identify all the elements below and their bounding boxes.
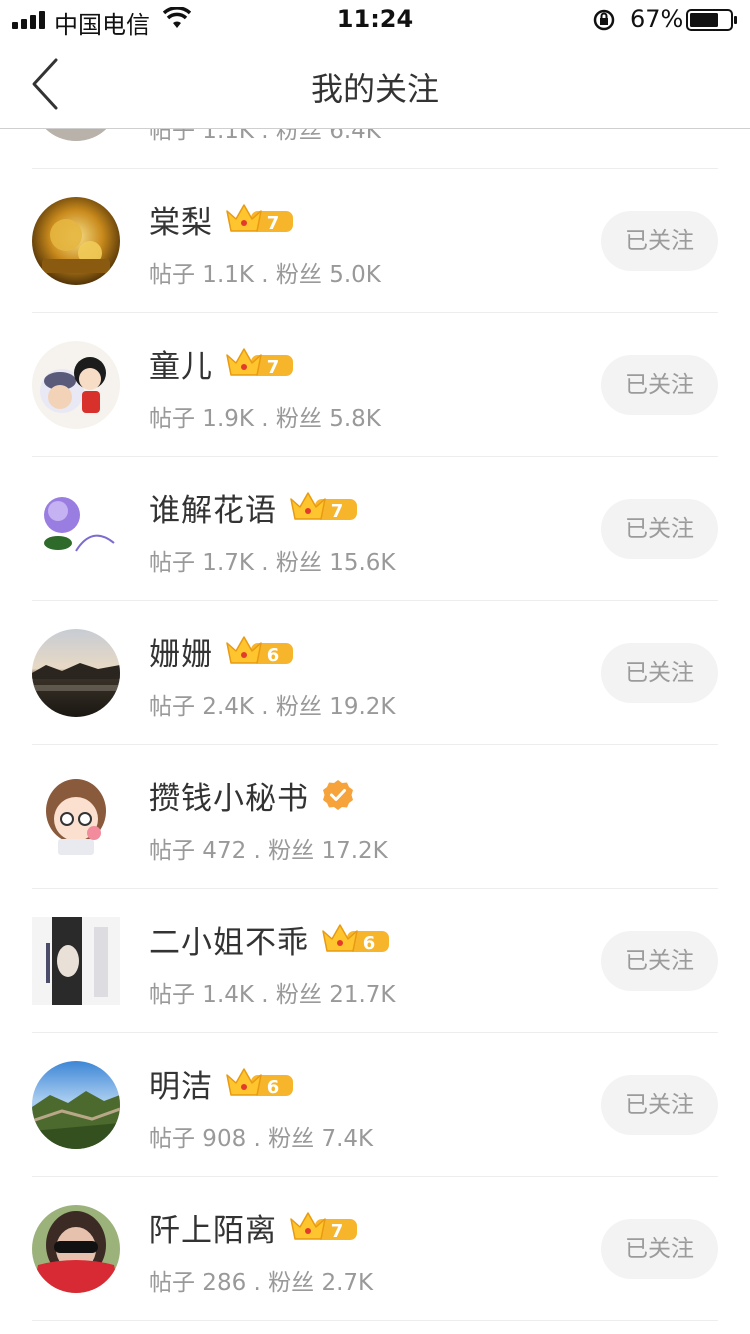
- followed-button[interactable]: 已关注: [601, 1075, 718, 1135]
- user-stats: 帖子 1.4K . 粉丝 21.7K: [149, 982, 396, 1008]
- crown-level-icon: 6: [322, 924, 389, 954]
- avatar[interactable]: [32, 341, 120, 429]
- list-item[interactable]: 二小姐不乖 6 帖子 1.4K . 粉丝 21.7K 已关注: [0, 889, 750, 1033]
- svg-text:7: 7: [331, 1221, 344, 1242]
- followed-button[interactable]: 已关注: [601, 1219, 718, 1279]
- list-item[interactable]: 姗姗 6 帖子 2.4K . 粉丝 19.2K 已关注: [0, 601, 750, 745]
- nav-bar: 我的关注: [0, 40, 750, 129]
- avatar[interactable]: [32, 629, 120, 717]
- followed-button[interactable]: 已关注: [601, 355, 718, 415]
- list-item[interactable]: 帖子 1.1K . 粉丝 6.4K: [0, 129, 750, 169]
- user-stats: 帖子 286 . 粉丝 2.7K: [149, 1270, 374, 1296]
- followed-button[interactable]: 已关注: [601, 643, 718, 703]
- user-stats: 帖子 1.9K . 粉丝 5.8K: [149, 406, 381, 432]
- user-stats: 帖子 472 . 粉丝 17.2K: [149, 838, 388, 864]
- svg-text:7: 7: [331, 501, 344, 522]
- followed-button[interactable]: 已关注: [601, 931, 718, 991]
- list-item[interactable]: 谁解花语 7 帖子 1.7K . 粉丝 15.6K 已关注: [0, 457, 750, 601]
- avatar[interactable]: [32, 485, 120, 573]
- svg-text:6: 6: [267, 1077, 280, 1098]
- user-stats: 帖子 2.4K . 粉丝 19.2K: [149, 694, 396, 720]
- battery-icon: [686, 9, 737, 31]
- verified-badge-icon: [323, 780, 353, 810]
- user-name[interactable]: 二小姐不乖: [149, 917, 309, 962]
- user-name[interactable]: 谁解花语: [149, 485, 277, 530]
- user-name[interactable]: 阡上陌离: [149, 1205, 277, 1250]
- avatar[interactable]: [32, 773, 120, 861]
- svg-text:7: 7: [267, 213, 280, 234]
- user-stats: 帖子 908 . 粉丝 7.4K: [149, 1126, 374, 1152]
- user-name[interactable]: 明洁: [149, 1061, 213, 1106]
- user-stats: 帖子 1.7K . 粉丝 15.6K: [149, 550, 396, 576]
- user-name[interactable]: 攒钱小秘书: [149, 773, 309, 818]
- avatar[interactable]: [32, 1205, 120, 1293]
- list-item[interactable]: 阡上陌离 7 帖子 286 . 粉丝 2.7K 已关注: [0, 1177, 750, 1321]
- page-title: 我的关注: [310, 70, 439, 108]
- user-name[interactable]: 棠梨: [149, 197, 213, 242]
- crown-level-icon: 7: [226, 204, 293, 234]
- svg-text:7: 7: [267, 357, 280, 378]
- list-item[interactable]: 攒钱小秘书 帖子 472 . 粉丝 17.2K: [0, 745, 750, 889]
- svg-text:6: 6: [267, 645, 280, 666]
- crown-level-icon: 6: [226, 1068, 293, 1098]
- battery-percent: 67%: [630, 5, 684, 33]
- user-name[interactable]: 童儿: [149, 341, 213, 386]
- status-bar: 中国电信 11:24 67%: [0, 0, 750, 40]
- rotation-lock-icon: [593, 9, 615, 31]
- list-item[interactable]: 明洁 6 帖子 908 . 粉丝 7.4K 已关注: [0, 1033, 750, 1177]
- crown-level-icon: 7: [290, 492, 357, 522]
- followed-button[interactable]: 已关注: [601, 499, 718, 559]
- svg-text:6: 6: [363, 933, 376, 954]
- user-stats: 帖子 1.1K . 粉丝 5.0K: [149, 262, 381, 288]
- list-item[interactable]: 棠梨 7 帖子 1.1K . 粉丝 5.0K 已关注: [0, 169, 750, 313]
- avatar[interactable]: [32, 197, 120, 285]
- avatar[interactable]: [32, 917, 120, 1005]
- crown-level-icon: 7: [290, 1212, 357, 1242]
- list-item[interactable]: 童儿 7 帖子 1.9K . 粉丝 5.8K 已关注: [0, 313, 750, 457]
- crown-level-icon: 6: [226, 636, 293, 666]
- avatar[interactable]: [32, 1061, 120, 1149]
- following-list[interactable]: 帖子 1.1K . 粉丝 6.4K 棠梨 7 帖子 1.1K . 粉丝 5.0K…: [0, 129, 750, 1334]
- crown-level-icon: 7: [226, 348, 293, 378]
- avatar[interactable]: [32, 129, 120, 141]
- divider: [32, 1320, 718, 1321]
- user-stats: 帖子 1.1K . 粉丝 6.4K: [149, 129, 381, 144]
- followed-button[interactable]: 已关注: [601, 211, 718, 271]
- user-name[interactable]: 姗姗: [149, 629, 213, 674]
